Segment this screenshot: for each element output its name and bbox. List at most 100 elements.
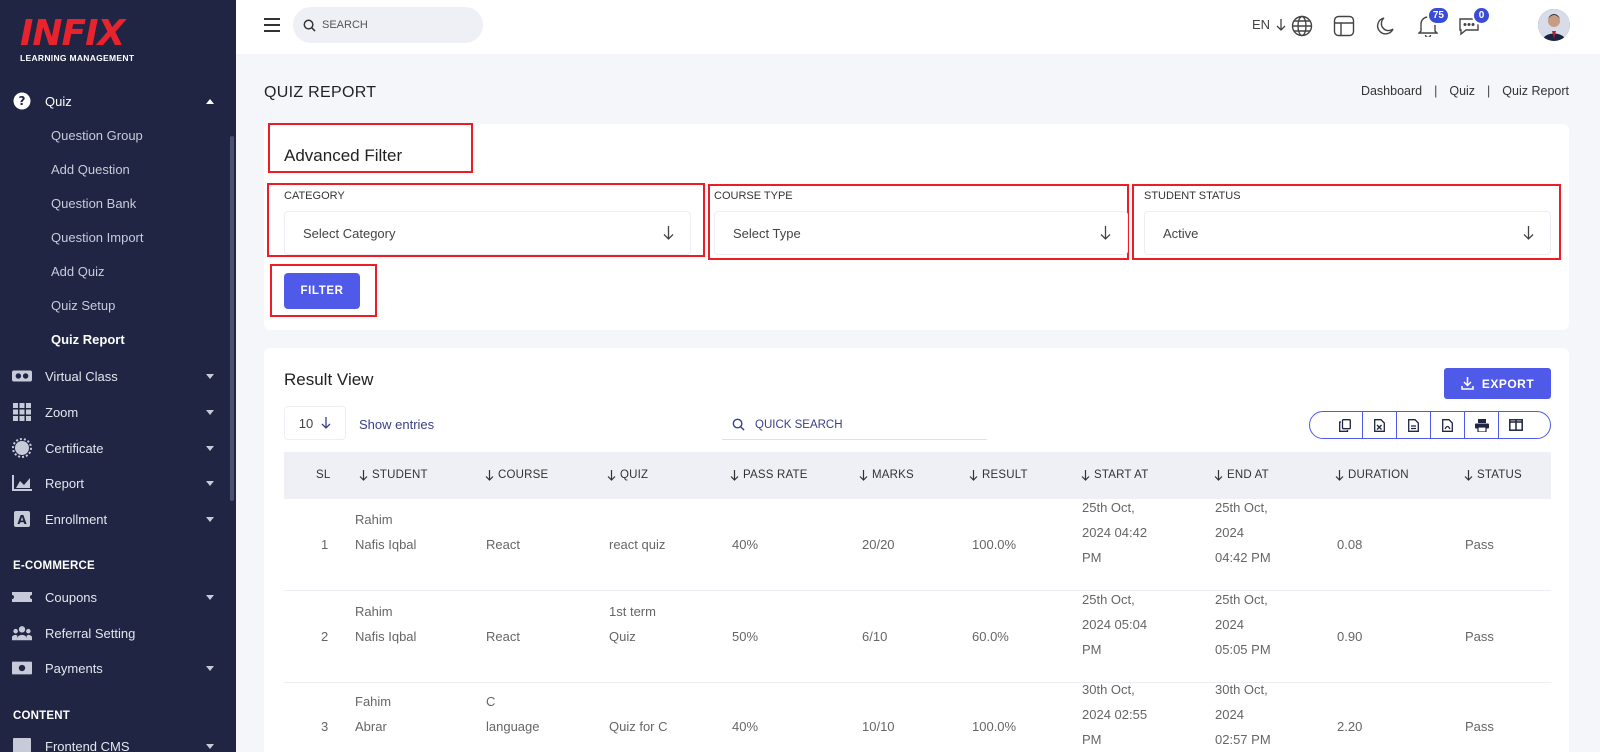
sidebar-subitem-add-question[interactable]: Add Question bbox=[51, 162, 130, 177]
breadcrumb-quiz-report[interactable]: Quiz Report bbox=[1502, 84, 1569, 98]
cell-start-at: 25th Oct, 2024 04:42 PM bbox=[1082, 495, 1147, 570]
cell-line: 25th Oct, bbox=[1082, 500, 1135, 515]
sidebar-item-zoom[interactable]: Zoom bbox=[0, 397, 230, 427]
course-type-select[interactable]: Select Type bbox=[714, 211, 1128, 255]
column-header-marks[interactable]: MARKS bbox=[859, 469, 914, 481]
sidebar-subitem-question-bank[interactable]: Question Bank bbox=[51, 196, 136, 211]
cell-course: React bbox=[486, 537, 520, 552]
entries-select[interactable]: 10 bbox=[284, 406, 346, 440]
column-header-quiz[interactable]: QUIZ bbox=[607, 469, 648, 481]
sidebar-subitem-question-import[interactable]: Question Import bbox=[51, 230, 144, 245]
filter-button[interactable]: FILTER bbox=[284, 273, 360, 309]
column-header-duration[interactable]: DURATION bbox=[1335, 469, 1409, 481]
sort-arrow-icon bbox=[730, 469, 739, 481]
export-label: EXPORT bbox=[1481, 376, 1535, 391]
cell-status: Pass bbox=[1465, 719, 1494, 734]
cell-line: language bbox=[486, 719, 540, 734]
column-header-result[interactable]: RESULT bbox=[969, 469, 1028, 481]
chat-icon[interactable]: 0 bbox=[1457, 6, 1491, 38]
arrow-down-icon bbox=[321, 417, 331, 429]
cell-line: 25th Oct, bbox=[1215, 592, 1268, 607]
bell-icon[interactable]: 75 bbox=[1416, 6, 1450, 38]
notification-badge: 75 bbox=[1426, 6, 1450, 25]
copy-button[interactable] bbox=[1328, 412, 1362, 438]
table-row[interactable]: 1 Rahim Nafis Iqbal React react quiz 40% … bbox=[284, 499, 1551, 591]
cell-sl: 3 bbox=[321, 719, 329, 734]
sidebar-scrollbar[interactable] bbox=[230, 136, 234, 501]
vr-headset-icon bbox=[12, 366, 32, 386]
hamburger-menu-icon[interactable] bbox=[264, 18, 280, 32]
cell-student: Fahim Abrar bbox=[355, 689, 391, 739]
cell-line: 25th Oct, bbox=[1082, 592, 1135, 607]
sidebar-subitem-question-group[interactable]: Question Group bbox=[51, 128, 143, 143]
chevron-down-icon bbox=[206, 445, 214, 451]
sidebar-item-virtual-class[interactable]: Virtual Class bbox=[0, 361, 230, 391]
sidebar-item-quiz[interactable]: ? Quiz bbox=[0, 86, 230, 116]
cell-line: Nafis Iqbal bbox=[355, 629, 417, 644]
sidebar-item-frontend-cms[interactable]: Frontend CMS bbox=[0, 731, 230, 752]
breadcrumb-quiz[interactable]: Quiz bbox=[1449, 84, 1475, 98]
sidebar-subitem-quiz-report[interactable]: Quiz Report bbox=[51, 332, 125, 347]
column-header-sl[interactable]: SL bbox=[316, 469, 330, 481]
message-badge: 0 bbox=[1472, 6, 1491, 25]
column-header-end-at[interactable]: END AT bbox=[1214, 469, 1269, 481]
file-excel-icon bbox=[1374, 418, 1385, 432]
pdf-button[interactable] bbox=[1430, 412, 1464, 438]
sidebar-item-label: Zoom bbox=[45, 404, 79, 420]
table-row[interactable]: 2 Rahim Nafis Iqbal React 1st term Quiz 50… bbox=[284, 591, 1551, 683]
column-header-label: STATUS bbox=[1477, 469, 1522, 481]
moon-icon[interactable] bbox=[1374, 14, 1398, 38]
cell-sl: 1 bbox=[321, 537, 329, 552]
cell-result: 100.0% bbox=[972, 537, 1017, 552]
column-header-status[interactable]: STATUS bbox=[1464, 469, 1522, 481]
column-header-label: DURATION bbox=[1348, 469, 1409, 481]
cell-start-at: 30th Oct, 2024 02:55 PM bbox=[1082, 677, 1147, 752]
chevron-down-icon bbox=[206, 594, 214, 600]
logo-subtitle: LEARNING MANAGEMENT bbox=[20, 53, 135, 63]
sidebar-item-payments[interactable]: Payments bbox=[0, 653, 230, 683]
language-selector[interactable]: EN bbox=[1252, 17, 1286, 32]
layout-icon[interactable] bbox=[1332, 14, 1356, 38]
column-header-start-at[interactable]: START AT bbox=[1081, 469, 1148, 481]
column-header-student[interactable]: STUDENT bbox=[359, 469, 428, 481]
table-row[interactable]: 3 Fahim Abrar Clanguage Quiz for C 40% 10… bbox=[284, 682, 1551, 752]
sidebar-item-report[interactable]: Report bbox=[0, 468, 230, 498]
avatar[interactable] bbox=[1538, 9, 1570, 41]
svg-text:?: ? bbox=[19, 94, 26, 108]
sidebar-item-referral-setting[interactable]: Referral Setting bbox=[0, 618, 230, 648]
category-select[interactable]: Select Category bbox=[284, 211, 691, 255]
column-header-pass-rate[interactable]: PASS RATE bbox=[730, 469, 808, 481]
globe-icon[interactable] bbox=[1290, 14, 1314, 38]
cell-line: 1st term bbox=[609, 604, 656, 619]
svg-text:A: A bbox=[17, 513, 27, 527]
student-status-select[interactable]: Active bbox=[1144, 211, 1551, 255]
cell-marks: 6/10 bbox=[862, 629, 888, 644]
chevron-up-icon bbox=[206, 98, 214, 104]
csv-button[interactable] bbox=[1396, 412, 1430, 438]
sort-arrow-icon bbox=[969, 469, 978, 481]
breadcrumb-dashboard[interactable]: Dashboard bbox=[1361, 84, 1422, 98]
sidebar-item-certificate[interactable]: Certificate bbox=[0, 433, 230, 463]
chevron-down-icon bbox=[206, 373, 214, 379]
excel-button[interactable] bbox=[1362, 412, 1396, 438]
cell-student: Rahim Nafis Iqbal bbox=[355, 507, 416, 557]
arrow-down-icon bbox=[1100, 226, 1111, 240]
sort-arrow-icon bbox=[607, 469, 616, 481]
sidebar: INFIX LEARNING MANAGEMENT ? Quiz Questio… bbox=[0, 0, 236, 752]
quick-search-input[interactable] bbox=[755, 418, 955, 431]
logo-text: INFIX bbox=[20, 13, 125, 54]
column-header-label: STUDENT bbox=[372, 469, 428, 481]
export-button[interactable]: EXPORT bbox=[1444, 368, 1551, 399]
logo[interactable]: INFIX LEARNING MANAGEMENT bbox=[20, 13, 135, 64]
sidebar-subitem-add-quiz[interactable]: Add Quiz bbox=[51, 264, 104, 279]
column-header-course[interactable]: COURSE bbox=[485, 469, 548, 481]
search-input[interactable] bbox=[322, 19, 472, 31]
cell-line: 04:42 PM bbox=[1215, 550, 1271, 565]
columns-button[interactable] bbox=[1498, 412, 1532, 438]
sidebar-item-enrollment[interactable]: A Enrollment bbox=[0, 504, 230, 534]
print-button[interactable] bbox=[1464, 412, 1498, 438]
sidebar-subitem-quiz-setup[interactable]: Quiz Setup bbox=[51, 298, 115, 313]
cell-line: Nafis Iqbal bbox=[355, 537, 417, 552]
sidebar-item-coupons[interactable]: Coupons bbox=[0, 582, 230, 612]
cell-line: PM bbox=[1082, 550, 1102, 565]
